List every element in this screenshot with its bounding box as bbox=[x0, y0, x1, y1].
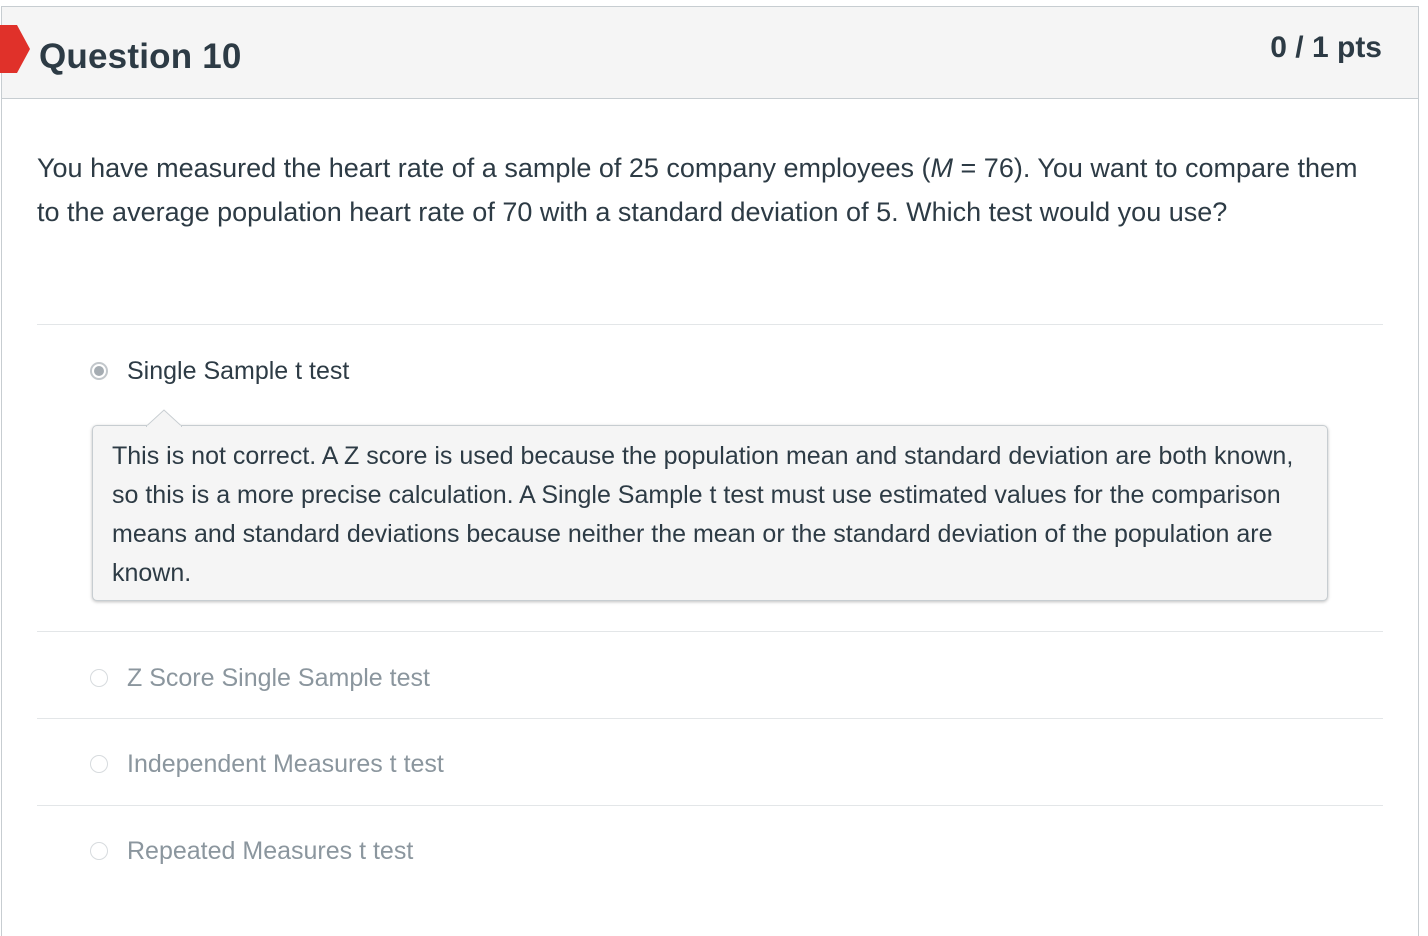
feedback-text: This is not correct. A Z score is used b… bbox=[112, 442, 1294, 587]
question-text: You have measured the heart rate of a sa… bbox=[37, 146, 1367, 234]
answer-divider bbox=[37, 805, 1383, 806]
answer-feedback-box: This is not correct. A Z score is used b… bbox=[92, 425, 1328, 601]
answer-option-independent-measures[interactable]: Independent Measures t test bbox=[90, 749, 444, 779]
radio-button-selected[interactable] bbox=[90, 362, 108, 380]
question-header: Question 10 0 / 1 pts bbox=[0, 7, 1418, 99]
answer-label: Independent Measures t test bbox=[127, 749, 444, 778]
answer-option-repeated-measures[interactable]: Repeated Measures t test bbox=[90, 836, 413, 866]
answer-divider bbox=[37, 631, 1383, 632]
question-points: 0 / 1 pts bbox=[1270, 31, 1382, 64]
question-text-mean-symbol: M bbox=[930, 153, 954, 183]
question-title: Question 10 bbox=[39, 37, 242, 76]
feedback-pointer bbox=[146, 409, 182, 427]
incorrect-answer-flag-icon bbox=[0, 25, 30, 73]
answer-label: Z Score Single Sample test bbox=[127, 663, 430, 692]
answer-option-single-sample-t[interactable]: Single Sample t test bbox=[90, 356, 349, 386]
question-text-part1: You have measured the heart rate of a sa… bbox=[37, 153, 931, 183]
answer-label: Repeated Measures t test bbox=[127, 836, 414, 865]
answer-label: Single Sample t test bbox=[127, 356, 350, 385]
radio-button[interactable] bbox=[90, 755, 108, 773]
answer-divider bbox=[37, 324, 1383, 325]
radio-button[interactable] bbox=[90, 669, 108, 687]
answer-divider bbox=[37, 718, 1383, 719]
radio-button[interactable] bbox=[90, 842, 108, 860]
answer-option-z-score[interactable]: Z Score Single Sample test bbox=[90, 663, 430, 693]
